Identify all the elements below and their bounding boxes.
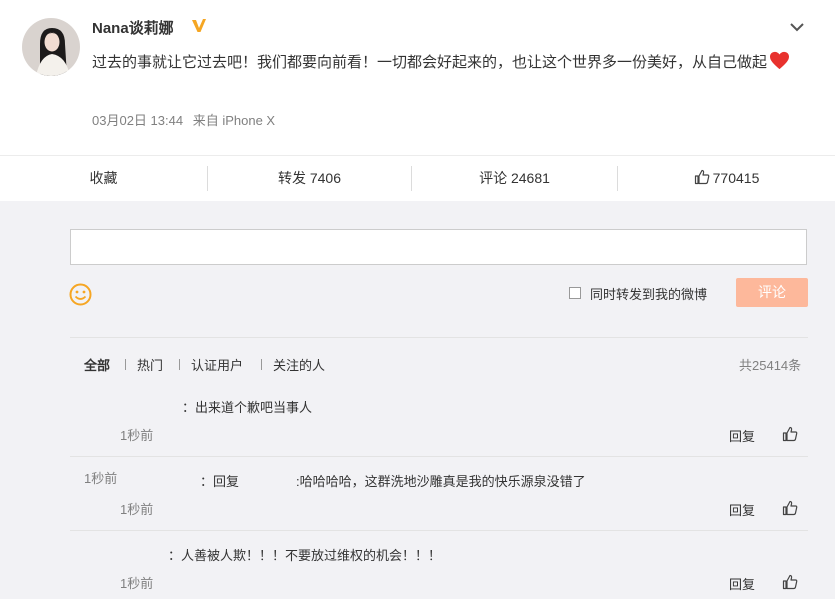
- tab-separator: [261, 359, 262, 370]
- comment-top-time: 1秒前: [84, 471, 118, 486]
- comment-input[interactable]: [70, 229, 807, 265]
- tab-verified-users[interactable]: 认证用户: [191, 355, 243, 374]
- submit-comment-button[interactable]: 评论: [736, 278, 808, 307]
- comment-time: 1秒前: [120, 428, 154, 443]
- comment-divider: [70, 530, 808, 531]
- comment-time: 1秒前: [120, 576, 154, 591]
- thumbs-up-icon[interactable]: [782, 426, 798, 442]
- username[interactable]: Nana谈莉娜: [92, 17, 174, 38]
- smile-icon[interactable]: [69, 283, 92, 306]
- comment-text: ：人善被人欺！！！不要放过维权的机会！！！: [168, 548, 442, 563]
- tab-separator: [179, 359, 180, 370]
- repost-button[interactable]: 转发 7406: [208, 156, 411, 202]
- tab-separator: [125, 359, 126, 370]
- comment-total: 共25414条: [739, 358, 802, 373]
- comment-button[interactable]: 评论 24681: [412, 156, 617, 202]
- post-source: 来自 iPhone X: [192, 113, 276, 128]
- comment-text: :哈哈哈哈，这群洗地沙雕真是我的快乐源泉没错了: [296, 474, 586, 489]
- reply-button[interactable]: 回复: [729, 426, 755, 445]
- also-repost-checkbox[interactable]: [569, 287, 581, 299]
- post-meta: 03月02日 13:44 来自 iPhone X: [92, 110, 275, 129]
- post-action-bar: 收藏 转发 7406 评论 24681 770415: [0, 155, 835, 202]
- thumbs-up-icon: [694, 169, 709, 185]
- tab-hot[interactable]: 热门: [137, 355, 163, 374]
- post-date[interactable]: 03月02日 13:44: [92, 113, 183, 128]
- verified-badge-icon: [192, 19, 206, 32]
- comment-reply-prefix: ：回复: [200, 474, 240, 489]
- thumbs-up-icon[interactable]: [782, 500, 798, 516]
- post-text: 过去的事就让它过去吧！我们都要向前看！一切都会好起来的，也让这个世界多一份美好，…: [92, 48, 802, 77]
- like-button[interactable]: 770415: [618, 156, 835, 202]
- filter-divider: [70, 337, 808, 338]
- comment-divider: [70, 456, 808, 457]
- tab-following[interactable]: 关注的人: [273, 355, 325, 374]
- reply-button[interactable]: 回复: [729, 500, 755, 519]
- heart-icon: [770, 51, 790, 70]
- weibo-post: Nana谈莉娜 过去的事就让它过去吧！我们都要向前看！一切都会好起来的，也让这个…: [0, 0, 835, 155]
- favorite-button[interactable]: 收藏: [0, 156, 207, 202]
- post-text-content: 过去的事就让它过去吧！我们都要向前看！一切都会好起来的，也让这个世界多一份美好，…: [92, 54, 768, 71]
- comment-text: ：出来道个歉吧当事人: [182, 400, 313, 415]
- chevron-down-icon[interactable]: [789, 21, 805, 33]
- avatar[interactable]: [22, 18, 80, 76]
- comment-time: 1秒前: [120, 502, 154, 517]
- like-count: 770415: [712, 170, 760, 186]
- avatar-image: [22, 18, 80, 76]
- tab-all[interactable]: 全部: [84, 355, 110, 374]
- thumbs-up-icon[interactable]: [782, 574, 798, 590]
- reply-button[interactable]: 回复: [729, 574, 755, 593]
- also-repost-label[interactable]: 同时转发到我的微博: [590, 284, 707, 303]
